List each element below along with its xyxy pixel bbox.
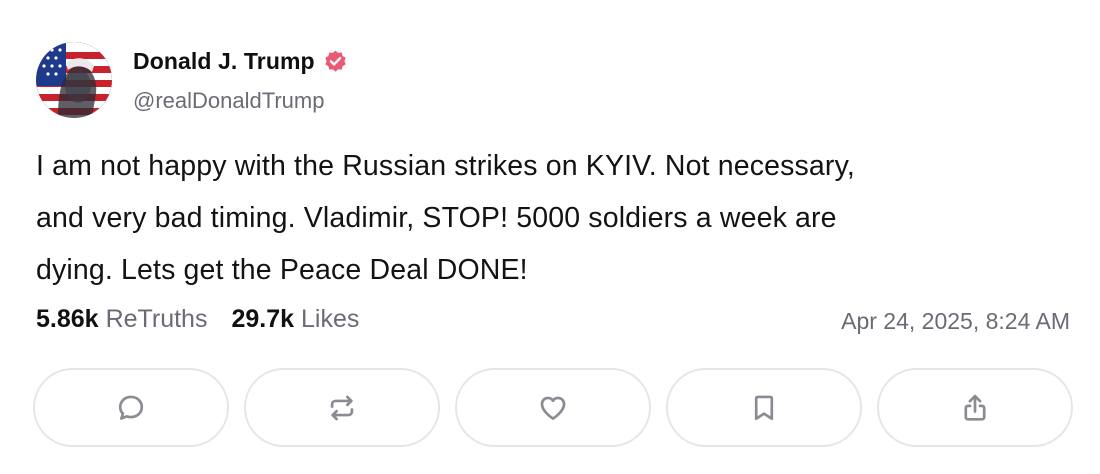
post-text-line: I am not happy with the Russian strikes … xyxy=(36,150,855,182)
share-icon xyxy=(964,394,986,421)
post-text-line: and very bad timing. Vladimir, STOP! 500… xyxy=(36,202,837,234)
retruths-label: ReTruths xyxy=(105,305,208,333)
retruth-button[interactable] xyxy=(244,368,440,447)
share-button[interactable] xyxy=(877,368,1073,447)
comment-icon xyxy=(118,395,144,420)
post-card: Donald J. Trump @realDonaldTrump I am no… xyxy=(0,0,1100,474)
avatar-image xyxy=(36,42,112,118)
author-display-name[interactable]: Donald J. Trump xyxy=(133,48,315,75)
likes-label: Likes xyxy=(301,305,360,333)
post-text-line: dying. Lets get the Peace Deal DONE! xyxy=(36,254,528,286)
bookmark-icon xyxy=(754,395,774,420)
author-handle[interactable]: @realDonaldTrump xyxy=(133,88,324,114)
heart-icon xyxy=(540,396,566,420)
post-timestamp[interactable]: Apr 24, 2025, 8:24 AM xyxy=(841,308,1070,335)
author-name-row: Donald J. Trump xyxy=(133,48,348,75)
reply-button[interactable] xyxy=(33,368,229,447)
likes-stat[interactable]: 29.7k Likes xyxy=(231,305,359,334)
post-stats: 5.86k ReTruths 29.7k Likes xyxy=(36,305,383,334)
avatar[interactable] xyxy=(36,42,112,118)
repost-icon xyxy=(330,395,354,420)
verified-badge-icon xyxy=(324,50,346,72)
likes-count: 29.7k xyxy=(231,305,295,333)
retruths-count: 5.86k xyxy=(36,305,99,333)
retruths-stat[interactable]: 5.86k ReTruths xyxy=(36,305,207,334)
like-button[interactable] xyxy=(455,368,651,447)
bookmark-button[interactable] xyxy=(666,368,862,447)
post-text: I am not happy with the Russian strikes … xyxy=(36,140,1066,296)
